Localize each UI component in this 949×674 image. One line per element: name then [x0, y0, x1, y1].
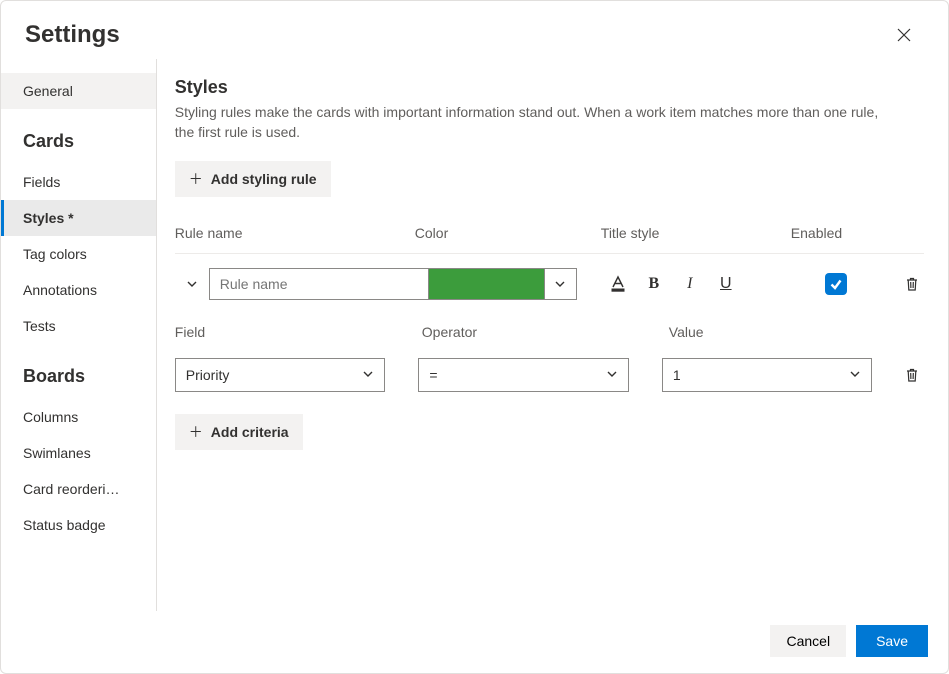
section-description: Styling rules make the cards with import… [175, 102, 895, 143]
section-title: Styles [175, 77, 924, 98]
sidebar-item-fields[interactable]: Fields [1, 164, 156, 200]
criteria-value-text: 1 [673, 367, 681, 383]
sidebar-item-columns[interactable]: Columns [1, 399, 156, 435]
main-panel: Styles Styling rules make the cards with… [157, 59, 948, 611]
color-dropdown[interactable] [545, 268, 577, 300]
dialog-body: General Cards Fields Styles * Tag colors… [1, 59, 948, 611]
italic-button[interactable]: I [679, 272, 701, 296]
cancel-button[interactable]: Cancel [770, 625, 846, 657]
sidebar-item-general[interactable]: General [1, 73, 156, 109]
sidebar-item-tests[interactable]: Tests [1, 308, 156, 344]
sidebar-item-tag-colors[interactable]: Tag colors [1, 236, 156, 272]
dialog-footer: Cancel Save [1, 611, 948, 673]
font-color-button[interactable] [607, 272, 629, 296]
chevron-down-icon [554, 278, 566, 290]
settings-dialog: Settings General Cards Fields Styles * T… [0, 0, 949, 674]
dialog-title: Settings [25, 21, 120, 49]
sidebar-item-card-reordering[interactable]: Card reorderi… [1, 471, 156, 507]
col-header-field: Field [175, 324, 422, 340]
criteria-column-headers: Field Operator Value [175, 324, 924, 340]
add-criteria-label: Add criteria [211, 424, 289, 440]
criteria-row: Priority = 1 [175, 358, 924, 392]
criteria-operator-select[interactable]: = [418, 358, 629, 392]
criteria-value-select[interactable]: 1 [662, 358, 873, 392]
col-header-title-style: Title style [601, 225, 791, 241]
criteria-field-value: Priority [186, 367, 230, 383]
sidebar-group-boards: Boards [1, 344, 156, 399]
rule-column-headers: Rule name Color Title style Enabled [175, 225, 924, 253]
col-header-operator: Operator [422, 324, 669, 340]
title-style-group: B I U [607, 272, 737, 296]
save-button[interactable]: Save [856, 625, 928, 657]
plus-icon: ＋ [189, 422, 203, 442]
criteria-operator-value: = [429, 367, 437, 383]
chevron-down-icon [362, 368, 374, 380]
trash-icon [904, 276, 920, 292]
chevron-down-icon [606, 368, 618, 380]
chevron-down-icon [186, 278, 198, 290]
sidebar: General Cards Fields Styles * Tag colors… [1, 59, 157, 611]
add-styling-rule-button[interactable]: ＋ Add styling rule [175, 161, 331, 197]
chevron-down-icon [849, 368, 861, 380]
rule-name-input[interactable] [209, 268, 429, 300]
close-button[interactable] [888, 19, 920, 51]
add-criteria-button[interactable]: ＋ Add criteria [175, 414, 303, 450]
col-header-enabled: Enabled [791, 225, 924, 241]
sidebar-item-swimlanes[interactable]: Swimlanes [1, 435, 156, 471]
font-color-icon [609, 275, 627, 293]
dialog-header: Settings [1, 1, 948, 59]
expand-toggle[interactable] [175, 278, 209, 290]
enabled-checkbox[interactable] [825, 273, 847, 295]
color-swatch[interactable] [429, 268, 545, 300]
close-icon [896, 27, 912, 43]
sidebar-item-annotations[interactable]: Annotations [1, 272, 156, 308]
col-header-value: Value [669, 324, 924, 340]
rule-row: B I U [175, 253, 924, 314]
trash-icon [904, 367, 920, 383]
col-header-rule-name: Rule name [175, 225, 415, 241]
sidebar-item-styles[interactable]: Styles * [1, 200, 156, 236]
bold-button[interactable]: B [643, 272, 665, 296]
sidebar-item-status-badge[interactable]: Status badge [1, 507, 156, 543]
criteria-field-select[interactable]: Priority [175, 358, 386, 392]
add-styling-rule-label: Add styling rule [211, 171, 317, 187]
underline-button[interactable]: U [715, 272, 737, 296]
delete-rule-button[interactable] [900, 272, 924, 296]
delete-criteria-button[interactable] [900, 363, 924, 387]
checkmark-icon [829, 277, 843, 291]
col-header-color: Color [415, 225, 601, 241]
plus-icon: ＋ [189, 169, 203, 189]
sidebar-group-cards: Cards [1, 109, 156, 164]
